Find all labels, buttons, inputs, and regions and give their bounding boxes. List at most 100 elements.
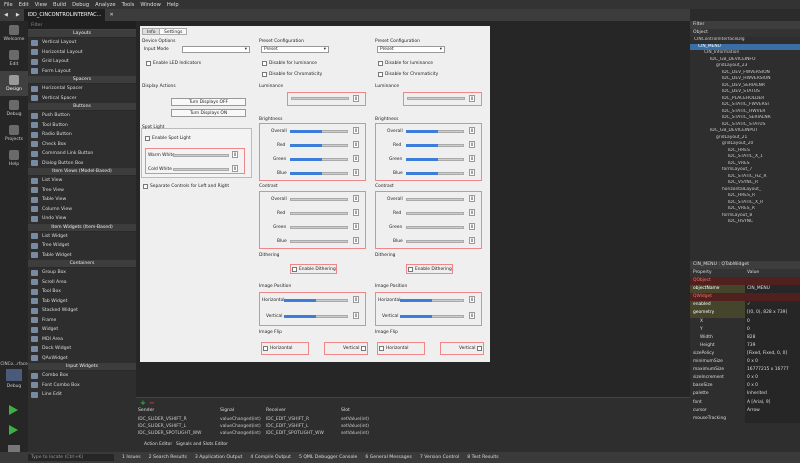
slot-cell[interactable]: setValue(int): [341, 431, 369, 436]
slot-cell[interactable]: setValue(int): [341, 417, 369, 422]
contrast-blue-slider[interactable]: [406, 240, 464, 243]
widget-item[interactable]: Vertical Layout: [28, 38, 136, 48]
category-item-views[interactable]: Item Views (Model-Based): [28, 168, 136, 176]
enable-spot-light-checkbox[interactable]: [145, 136, 150, 141]
luminance-slider[interactable]: [291, 97, 349, 100]
menu-file[interactable]: File: [4, 2, 13, 8]
receiver-cell[interactable]: IDC_EDIT_SPOTLIGHT_WW: [266, 431, 324, 436]
widget-item[interactable]: Group Box: [28, 268, 136, 278]
property-row[interactable]: cursor Arrow: [690, 406, 800, 415]
widget-item[interactable]: Push Button: [28, 111, 136, 121]
pane-test-results[interactable]: 8 Test Results: [467, 455, 498, 460]
contrast-red-slider[interactable]: [406, 212, 464, 215]
brightness-red-spinbox[interactable]: 0: [469, 141, 475, 148]
tab-action-editor[interactable]: Action Editor: [144, 442, 172, 447]
widget-item[interactable]: Font Combo Box: [28, 381, 136, 391]
widget-item[interactable]: List View: [28, 176, 136, 186]
object-filter-input[interactable]: Filter: [690, 21, 800, 29]
mode-help[interactable]: Help: [0, 146, 28, 171]
property-value[interactable]: 0 x 0: [745, 358, 800, 367]
brightness-green-spinbox[interactable]: 0: [469, 155, 475, 162]
widget-item[interactable]: Combo Box: [28, 371, 136, 381]
turn-displays-off-button[interactable]: Turn Displays OFF: [171, 98, 246, 106]
widget-item[interactable]: Widget: [28, 325, 136, 335]
property-row[interactable]: sizeIncrement 0 x 0: [690, 374, 800, 383]
property-value[interactable]: [(0, 0), 828 x 739]: [745, 309, 800, 318]
nav-forward-icon[interactable]: ▶: [12, 9, 24, 21]
widget-item[interactable]: Check Box: [28, 140, 136, 150]
contrast-green-spinbox[interactable]: 0: [353, 223, 359, 230]
slot-header[interactable]: Slot: [341, 408, 350, 413]
contrast-green-slider[interactable]: [406, 226, 464, 229]
warm-white-spinbox[interactable]: 0: [232, 151, 238, 158]
disable-chromaticity-checkbox[interactable]: [378, 72, 383, 77]
pane-version-control[interactable]: 7 Version Control: [420, 455, 459, 460]
widget-item[interactable]: Command Link Button: [28, 149, 136, 159]
widget-item[interactable]: Tree View: [28, 186, 136, 196]
property-value[interactable]: 16777215 x 16777: [745, 366, 800, 375]
property-value[interactable]: 828: [745, 333, 800, 342]
property-row[interactable]: enabled ✓: [690, 301, 800, 310]
category-containers[interactable]: Containers: [28, 260, 136, 268]
property-row[interactable]: Width 828: [690, 333, 800, 342]
receiver-cell[interactable]: IDC_EDIT_VSHIFT_R: [266, 417, 309, 422]
debug-run-icon[interactable]: [9, 425, 18, 435]
property-value[interactable]: A [Arial, 9]: [745, 398, 800, 407]
contrast-blue-slider[interactable]: [290, 240, 348, 243]
category-spacers[interactable]: Spacers: [28, 76, 136, 84]
widget-item[interactable]: Column View: [28, 205, 136, 215]
pane-qml-debugger[interactable]: 5 QML Debugger Console: [299, 455, 357, 460]
signal-cell[interactable]: valueChanged(int): [220, 431, 261, 436]
property-value[interactable]: CIN_MENU: [745, 285, 800, 294]
pane-issues[interactable]: 1 Issues: [122, 455, 141, 460]
widget-item[interactable]: Tab Widget: [28, 297, 136, 307]
category-item-widgets[interactable]: Item Widgets (Item-Based): [28, 223, 136, 232]
luminance-spinbox[interactable]: 0: [353, 95, 359, 102]
sender-cell[interactable]: IDC_SLIDER_SPOTLIGHT_WW: [138, 431, 201, 436]
property-value[interactable]: ✓: [745, 301, 800, 310]
mode-edit[interactable]: Edit: [0, 46, 28, 71]
brightness-overall-spinbox[interactable]: 0: [353, 127, 359, 134]
mode-design[interactable]: Design: [0, 71, 28, 96]
mode-debug[interactable]: Debug: [0, 96, 28, 121]
property-value[interactable]: 0: [745, 325, 800, 334]
separate-controls-checkbox[interactable]: [143, 184, 148, 189]
property-value[interactable]: [745, 414, 800, 423]
widget-item[interactable]: Scroll Area: [28, 278, 136, 288]
contrast-red-slider[interactable]: [290, 212, 348, 215]
widget-item[interactable]: Table View: [28, 195, 136, 205]
contrast-blue-spinbox[interactable]: 0: [353, 237, 359, 244]
contrast-overall-slider[interactable]: [406, 198, 464, 201]
turn-displays-on-button[interactable]: Turn Displays ON: [171, 109, 246, 117]
widget-item[interactable]: MDI Area: [28, 335, 136, 345]
widget-item[interactable]: Stacked Widget: [28, 306, 136, 316]
flip-horizontal-checkbox[interactable]: [263, 346, 268, 351]
brightness-blue-spinbox[interactable]: 0: [353, 169, 359, 176]
warm-white-slider[interactable]: [173, 154, 229, 157]
property-value[interactable]: 739: [745, 341, 800, 350]
brightness-blue-spinbox[interactable]: 0: [469, 169, 475, 176]
property-row[interactable]: font A [Arial, 9]: [690, 398, 800, 407]
horizontal-position-spinbox[interactable]: 0: [353, 296, 359, 303]
horizontal-position-spinbox[interactable]: 0: [469, 296, 475, 303]
property-row[interactable]: maximumSize 16777215 x 16777: [690, 366, 800, 375]
luminance-slider[interactable]: [407, 97, 465, 100]
build-config[interactable]: Debug: [0, 384, 28, 389]
tab-info[interactable]: Info: [142, 28, 161, 35]
disable-luminance-checkbox[interactable]: [262, 61, 267, 66]
signal-cell[interactable]: valueChanged(int): [220, 424, 261, 429]
property-value[interactable]: 0 x 0: [745, 382, 800, 391]
cold-white-slider[interactable]: [173, 168, 229, 171]
contrast-overall-spinbox[interactable]: 0: [469, 195, 475, 202]
category-buttons[interactable]: Buttons: [28, 103, 136, 111]
flip-vertical-checkbox[interactable]: [361, 346, 366, 351]
widget-item[interactable]: Dock Widget: [28, 344, 136, 354]
contrast-red-spinbox[interactable]: 0: [353, 209, 359, 216]
preset-combo[interactable]: Preset ▾: [261, 46, 329, 53]
tab-settings[interactable]: Settings: [159, 28, 188, 35]
widget-item[interactable]: Horizontal Spacer: [28, 84, 136, 94]
locate-input[interactable]: Type to locate (Ctrl+K): [28, 454, 114, 461]
widget-item[interactable]: Line Edit: [28, 390, 136, 400]
enable-dithering-checkbox[interactable]: [292, 267, 297, 272]
preset-combo[interactable]: Preset ▾: [377, 46, 445, 53]
